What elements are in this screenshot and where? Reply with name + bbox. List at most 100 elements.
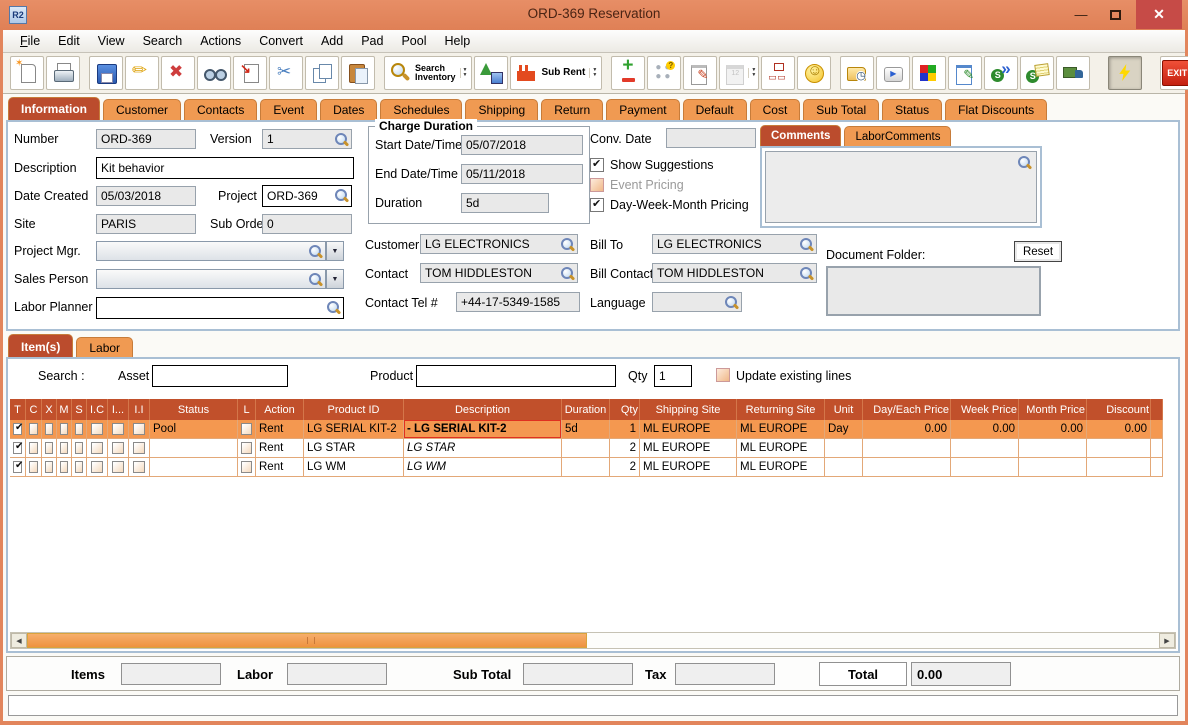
column-header-description[interactable]: Description xyxy=(404,399,562,420)
labor-planner-input[interactable] xyxy=(101,301,339,315)
project-mgr-field[interactable] xyxy=(96,241,326,261)
column-header-duration[interactable]: Duration xyxy=(562,399,610,420)
cell-m[interactable] xyxy=(57,439,72,458)
cell-checkbox-x[interactable] xyxy=(45,423,53,435)
lightning-button[interactable] xyxy=(1108,56,1143,90)
group-query-button[interactable] xyxy=(647,56,682,90)
cell-checkbox-ii[interactable] xyxy=(133,442,145,454)
total-field[interactable]: 0.00 xyxy=(911,662,1011,686)
cell-idot[interactable] xyxy=(108,439,129,458)
print-button[interactable] xyxy=(46,56,80,90)
copy-to-button[interactable] xyxy=(233,56,267,90)
labor-planner-field[interactable] xyxy=(96,297,344,319)
cell-qty[interactable]: 1 xyxy=(610,420,640,439)
sub-orders-field[interactable]: 0 xyxy=(262,214,352,234)
tab-sub-total[interactable]: Sub Total xyxy=(803,99,880,120)
cell-checkbox-s[interactable] xyxy=(75,423,83,435)
cell-week[interactable] xyxy=(951,458,1019,477)
cell-checkbox-ic[interactable] xyxy=(91,442,103,454)
cell-checkbox-l[interactable] xyxy=(241,461,252,473)
menu-item-pad[interactable]: Pad xyxy=(352,31,392,51)
cell-m[interactable] xyxy=(57,458,72,477)
search-inventory-button[interactable]: Search Inventory ▼ ▼ xyxy=(384,56,473,90)
cell-c[interactable] xyxy=(26,458,42,477)
tab-payment[interactable]: Payment xyxy=(606,99,680,120)
tab-laborcomments[interactable]: LaborComments xyxy=(844,126,952,146)
site-field[interactable]: PARIS xyxy=(96,214,196,234)
cell-c[interactable] xyxy=(26,420,42,439)
tab-shipping[interactable]: Shipping xyxy=(465,99,539,120)
cubes-button[interactable] xyxy=(912,56,947,90)
column-header-ii[interactable]: I.I xyxy=(129,399,150,420)
cell-shipping_site[interactable]: ML EUROPE xyxy=(640,439,737,458)
project-mgr-dropdown[interactable]: ▼ xyxy=(326,241,344,261)
project-mgr-search-icon[interactable] xyxy=(308,244,323,259)
cell-l[interactable] xyxy=(238,420,256,439)
cell-checkbox-idot[interactable] xyxy=(112,442,124,454)
cell-returning_site[interactable]: ML EUROPE xyxy=(737,420,825,439)
cell-duration[interactable]: 5d xyxy=(562,420,610,439)
description-field[interactable] xyxy=(96,157,354,179)
cell-checkbox-idot[interactable] xyxy=(112,423,124,435)
cell-duration[interactable] xyxy=(562,439,610,458)
cell-returning_site[interactable]: ML EUROPE xyxy=(737,458,825,477)
cell-status[interactable] xyxy=(150,439,238,458)
grid-row[interactable]: Pool RentLG SERIAL KIT-2- LG SERIAL KIT-2… xyxy=(10,420,1163,439)
cell-shipping_site[interactable]: ML EUROPE xyxy=(640,420,737,439)
cell-product_id[interactable]: LG STAR xyxy=(304,439,404,458)
comments-search-icon[interactable] xyxy=(1017,155,1032,170)
cell-product_id[interactable]: LG WM xyxy=(304,458,404,477)
cell-checkbox-ic[interactable] xyxy=(91,423,103,435)
scroll-track[interactable] xyxy=(27,633,1159,648)
cell-checkbox-ii[interactable] xyxy=(133,461,145,473)
bill-to-field[interactable]: LG ELECTRONICS xyxy=(652,234,817,254)
cell-_fill[interactable] xyxy=(1151,439,1163,458)
grid-row[interactable]: RentLG WMLG WM2ML EUROPEML EUROPE xyxy=(10,458,1163,477)
menu-item-edit[interactable]: Edit xyxy=(49,31,89,51)
show-suggestions-checkbox[interactable] xyxy=(590,157,604,172)
cell-checkbox-x[interactable] xyxy=(45,442,53,454)
cell-t[interactable] xyxy=(10,439,26,458)
customer-search-icon[interactable] xyxy=(560,237,575,252)
tab-customer[interactable]: Customer xyxy=(103,99,182,120)
project-field[interactable]: ORD-369 xyxy=(262,185,352,207)
contact-field[interactable]: TOM HIDDLESTON xyxy=(420,263,578,283)
column-header-x[interactable]: X xyxy=(42,399,57,420)
sales-person-search-icon[interactable] xyxy=(308,272,323,287)
cell-ii[interactable] xyxy=(129,458,150,477)
tax-field[interactable] xyxy=(675,663,775,685)
scroll-left-arrow-icon[interactable]: ◀ xyxy=(11,633,27,648)
items-total-field[interactable] xyxy=(121,663,221,685)
cell-checkbox-t[interactable] xyxy=(13,460,23,473)
column-header-month[interactable]: Month Price xyxy=(1019,399,1087,420)
cell-s[interactable] xyxy=(72,439,87,458)
cut-button[interactable] xyxy=(269,56,303,90)
tab-item-s[interactable]: Item(s) xyxy=(8,334,74,358)
sub-rent-button[interactable]: Sub Rent ▼ ▼ xyxy=(510,56,603,90)
document-folder-field[interactable] xyxy=(826,266,1041,316)
tab-cost[interactable]: Cost xyxy=(749,99,801,120)
tab-dates[interactable]: Dates xyxy=(320,99,378,120)
cell-l[interactable] xyxy=(238,439,256,458)
menu-item-convert[interactable]: Convert xyxy=(250,31,312,51)
comments-field[interactable] xyxy=(765,151,1037,223)
minimize-button[interactable]: — xyxy=(1066,0,1096,29)
column-header-unit[interactable]: Unit xyxy=(825,399,863,420)
cell-checkbox-c[interactable] xyxy=(29,423,38,435)
start-date-field[interactable]: 05/07/2018 xyxy=(461,135,583,155)
cell-day_each[interactable]: 0.00 xyxy=(863,420,951,439)
column-header-t[interactable]: T xyxy=(10,399,26,420)
scroll-right-arrow-icon[interactable]: ▶ xyxy=(1159,633,1175,648)
tab-status[interactable]: Status xyxy=(882,99,943,120)
cell-status[interactable]: Pool xyxy=(150,420,238,439)
tab-information[interactable]: Information xyxy=(8,97,100,120)
duration-field[interactable]: 5d xyxy=(461,193,549,213)
cell-month[interactable] xyxy=(1019,439,1087,458)
contact-tel-field[interactable]: +44-17-5349-1585 xyxy=(456,292,580,312)
menu-item-file[interactable]: File xyxy=(11,31,49,51)
cell-unit[interactable] xyxy=(825,458,863,477)
column-header-idot[interactable]: I... xyxy=(108,399,129,420)
cell-action[interactable]: Rent xyxy=(256,458,304,477)
cell-shipping_site[interactable]: ML EUROPE xyxy=(640,458,737,477)
edit-button[interactable] xyxy=(125,56,159,90)
